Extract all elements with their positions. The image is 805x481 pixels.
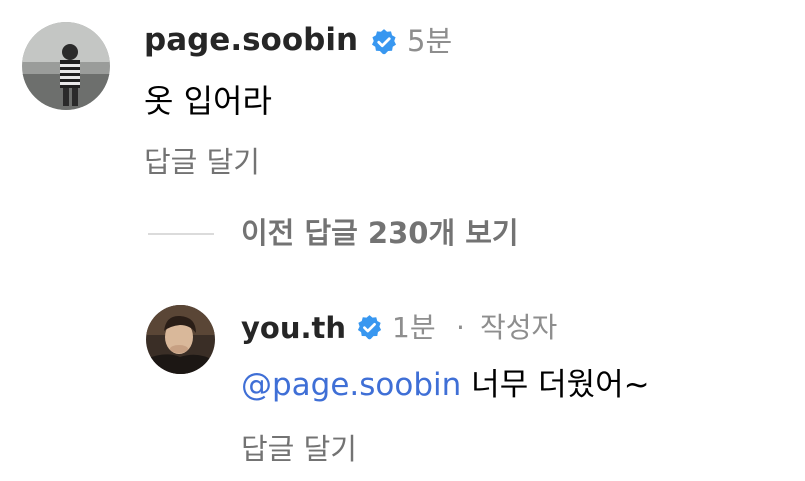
mention-link[interactable]: @page.soobin: [241, 367, 461, 403]
verified-badge-icon: [356, 314, 383, 341]
comment-text: 옷 입어라: [144, 82, 272, 120]
reply-text: @page.soobin 너무 더웠어~: [241, 365, 650, 405]
reply-message: 너무 더웠어~: [471, 367, 650, 403]
reply-time: 1분: [392, 311, 436, 344]
avatar-photo: [22, 22, 110, 110]
verified-badge-icon: [370, 28, 398, 56]
avatar-photo: [146, 305, 215, 374]
username[interactable]: page.soobin: [144, 20, 358, 60]
avatar[interactable]: [22, 22, 110, 110]
divider-line: [148, 233, 214, 235]
avatar[interactable]: [146, 305, 215, 374]
comment-thread: page.soobin 5분 옷 입어라 답글 달기 이전 답글 230개 보기…: [0, 0, 805, 481]
comment-time: 5분: [407, 24, 453, 58]
view-previous-replies-button[interactable]: 이전 답글 230개 보기: [241, 214, 519, 252]
reply-button[interactable]: 답글 달기: [241, 430, 357, 468]
reply-button[interactable]: 답글 달기: [144, 143, 260, 181]
username[interactable]: you.th: [241, 309, 346, 347]
meta-separator: ·: [456, 311, 465, 344]
author-tag: 작성자: [480, 311, 558, 344]
